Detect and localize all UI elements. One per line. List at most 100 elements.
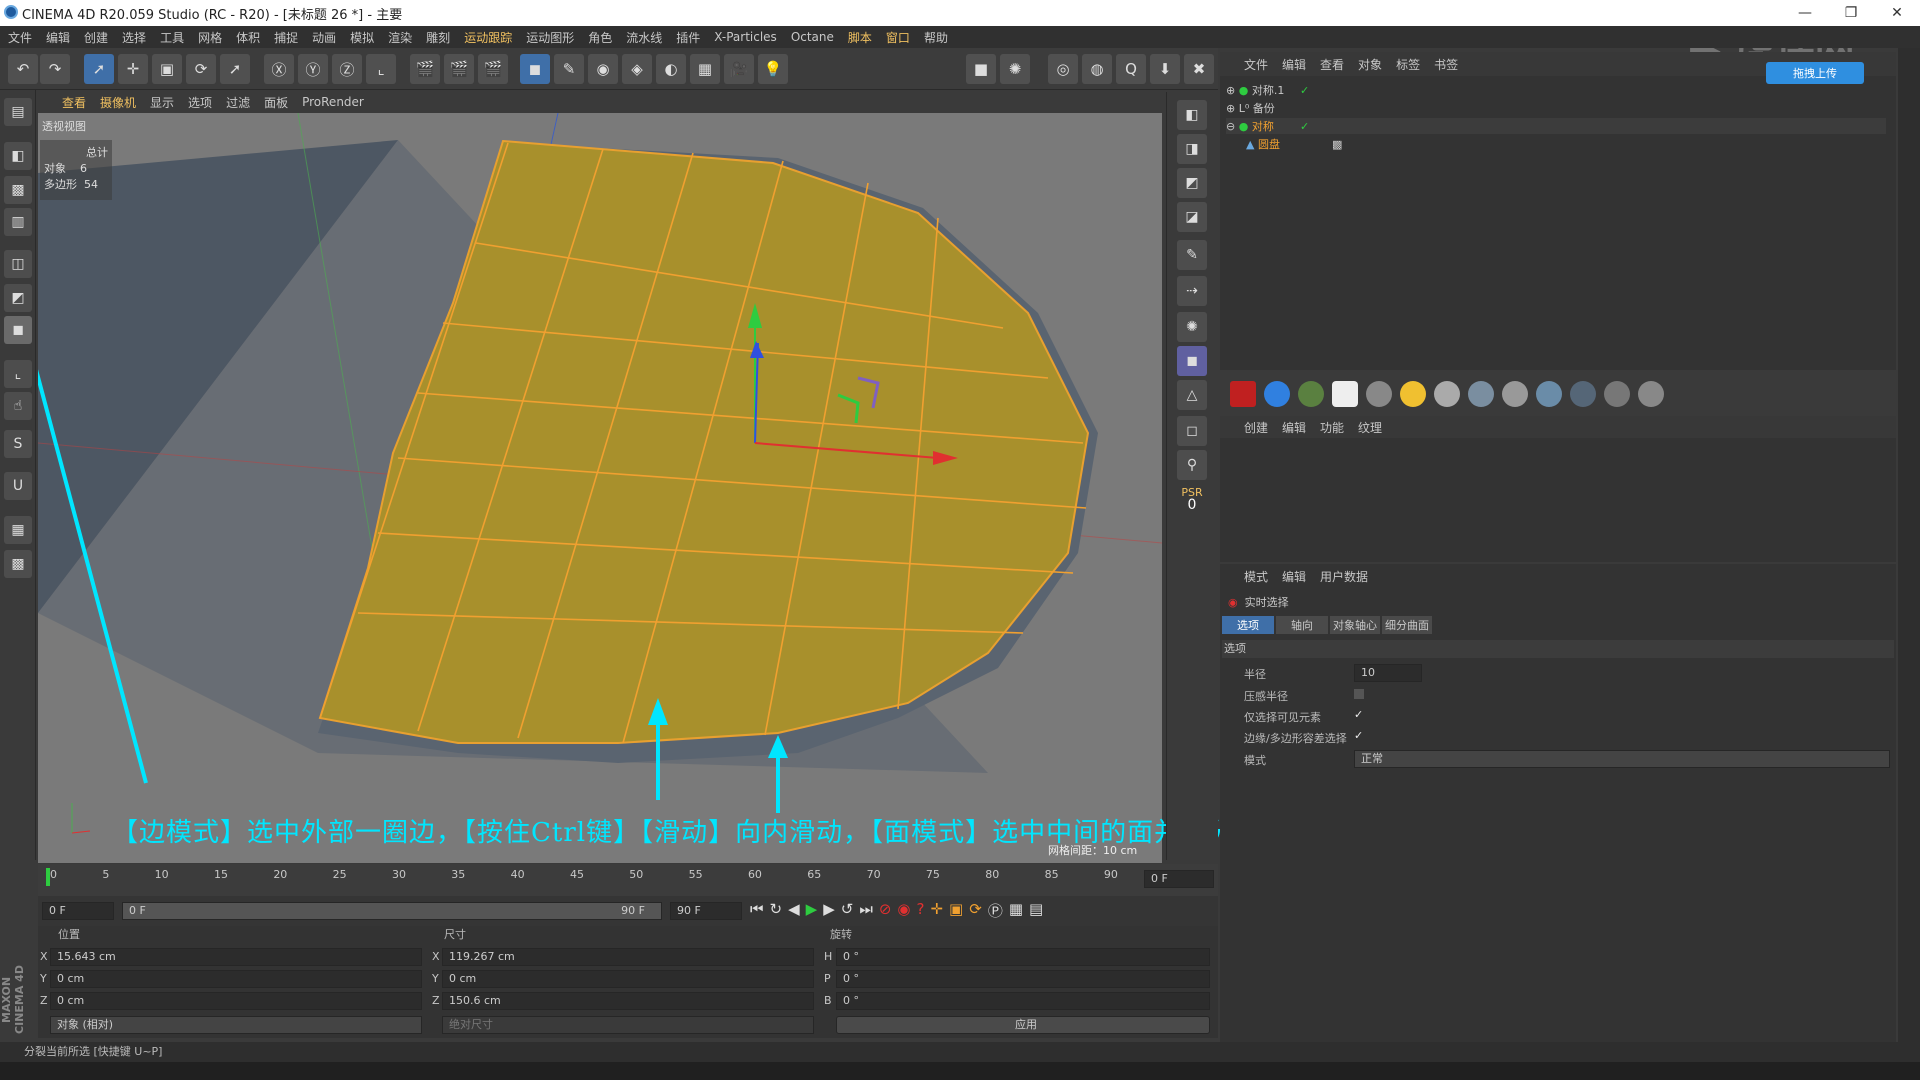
light-icon[interactable]: 💡	[758, 54, 788, 84]
split-icon[interactable]: ◼	[1177, 346, 1207, 376]
y-axis-icon[interactable]: Ⓨ	[298, 54, 328, 84]
recent-tool-icon[interactable]: ➚	[220, 54, 250, 84]
rotation-b-field[interactable]: 0 °	[836, 992, 1210, 1010]
expand-icon[interactable]: ⊕	[1226, 102, 1235, 115]
octane-camera-icon[interactable]	[1230, 381, 1256, 407]
visibility-check-icon[interactable]: ✓	[1300, 120, 1309, 133]
matmgr-menu-function[interactable]: 功能	[1320, 419, 1344, 436]
frame-range-slider[interactable]: 0 F 90 F	[122, 902, 662, 920]
render-settings-icon[interactable]: 🎬	[478, 54, 508, 84]
menu-select[interactable]: 选择	[122, 29, 146, 46]
object-name[interactable]: 对称.1	[1252, 82, 1285, 98]
size-y-field[interactable]: 0 cm	[442, 970, 814, 988]
tools-icon[interactable]: ✖	[1184, 54, 1214, 84]
redo-icon[interactable]: ↷	[40, 54, 70, 84]
texture-mode-icon[interactable]: ▩	[4, 176, 32, 204]
attr-menu-userdata[interactable]: 用户数据	[1320, 568, 1368, 585]
menu-animate[interactable]: 动画	[312, 29, 336, 46]
inner-extrude-icon[interactable]: ◪	[1177, 202, 1207, 232]
keyframe-selection-icon[interactable]: ?	[917, 900, 925, 921]
upload-button[interactable]: 拖拽上传	[1766, 62, 1864, 84]
material-sphere-icon[interactable]	[1604, 381, 1630, 407]
menu-sculpt[interactable]: 雕刻	[426, 29, 450, 46]
material-sphere-icon[interactable]	[1638, 381, 1664, 407]
coordinate-mode-select[interactable]: 对象 (相对)	[50, 1016, 422, 1034]
menu-script[interactable]: 脚本	[848, 29, 872, 46]
size-z-field[interactable]: 150.6 cm	[442, 992, 814, 1010]
record-icon[interactable]: ⊘	[879, 900, 892, 921]
menu-volume[interactable]: 体积	[236, 29, 260, 46]
bevel-icon[interactable]: ◩	[1177, 168, 1207, 198]
octane-diffuse-icon[interactable]	[1264, 381, 1290, 407]
close-button[interactable]: ✕	[1874, 0, 1920, 26]
end-frame-field[interactable]: 90 F	[670, 902, 742, 920]
material-sphere-icon[interactable]	[1502, 381, 1528, 407]
prev-frame-icon[interactable]: ◀	[788, 900, 800, 921]
workplane-icon[interactable]: ▥	[4, 208, 32, 236]
tab-subdivision[interactable]: 细分曲面	[1382, 616, 1432, 634]
tab-object-axis[interactable]: 对象轴心	[1330, 616, 1380, 634]
object-name[interactable]: 备份	[1253, 100, 1275, 116]
tab-axis[interactable]: 轴向	[1276, 616, 1328, 634]
xparticles-icon[interactable]: ◎	[1048, 54, 1078, 84]
tweak-icon[interactable]: ☝	[4, 392, 32, 420]
menu-motion-tracking[interactable]: 运动跟踪	[464, 29, 512, 46]
menu-render[interactable]: 渲染	[388, 29, 412, 46]
viewport-menu-options[interactable]: 选项	[188, 94, 212, 111]
octane-settings-icon[interactable]: ✺	[1000, 54, 1030, 84]
collapse-icon[interactable]: ⊖	[1226, 120, 1235, 133]
points-mode-icon[interactable]: ◫	[4, 250, 32, 278]
menu-octane[interactable]: Octane	[791, 30, 834, 44]
rotation-p-field[interactable]: 0 °	[836, 970, 1210, 988]
model-mode-icon[interactable]: ◧	[4, 142, 32, 170]
menu-mesh[interactable]: 网格	[198, 29, 222, 46]
viewport-menu-panel[interactable]: 面板	[264, 94, 288, 111]
slide-icon[interactable]: ⇢	[1177, 276, 1207, 306]
objmgr-menu-objects[interactable]: 对象	[1358, 56, 1382, 73]
octane-mix-icon[interactable]	[1366, 381, 1392, 407]
menu-xparticles[interactable]: X-Particles	[714, 30, 777, 44]
rotate-icon[interactable]: ⟳	[186, 54, 216, 84]
play-icon[interactable]: ▶	[806, 900, 818, 921]
objmgr-menu-tags[interactable]: 标签	[1396, 56, 1420, 73]
autokey-icon[interactable]: ◉	[897, 900, 910, 921]
workplane-grid-icon[interactable]: ▦	[4, 516, 32, 544]
timeline[interactable]: 0 5 10 15 20 25 30 35 40 45 50 55 60 65 …	[38, 864, 1218, 896]
position-x-field[interactable]: 15.643 cm	[50, 948, 422, 966]
edges-mode-icon[interactable]: ◩	[4, 284, 32, 312]
material-sphere-icon[interactable]	[1468, 381, 1494, 407]
xp-emitter-icon[interactable]: ◍	[1082, 54, 1112, 84]
floor-icon[interactable]: ▦	[690, 54, 720, 84]
deformer-icon[interactable]: ◐	[656, 54, 686, 84]
octane-material-icon[interactable]: ✺	[1177, 312, 1207, 342]
octane-daylight-icon[interactable]	[1400, 381, 1426, 407]
subdivision-icon[interactable]: ◉	[588, 54, 618, 84]
phong-tag-icon[interactable]: ▩	[1332, 138, 1342, 151]
knife-icon[interactable]: ✎	[1177, 240, 1207, 270]
apply-button[interactable]: 应用	[836, 1016, 1210, 1034]
pen-icon[interactable]: ✎	[554, 54, 584, 84]
timeline-window-icon[interactable]: ▤	[1029, 900, 1043, 921]
octane-glossy-icon[interactable]	[1298, 381, 1324, 407]
polygon-pen-icon[interactable]: ◧	[1177, 100, 1207, 130]
ping-pong-icon[interactable]: ↺	[841, 900, 854, 921]
viewport-menu-filter[interactable]: 过滤	[226, 94, 250, 111]
viewport-menu-view[interactable]: 查看	[62, 94, 86, 111]
material-sphere-icon[interactable]	[1434, 381, 1460, 407]
start-frame-field[interactable]: 0 F	[42, 902, 114, 920]
current-frame-field[interactable]: 0 F	[1144, 870, 1214, 888]
tab-options[interactable]: 选项	[1222, 616, 1274, 634]
key-scale-icon[interactable]: ▣	[949, 900, 963, 921]
objmgr-menu-bookmarks[interactable]: 书签	[1434, 56, 1458, 73]
perspective-viewport[interactable]	[38, 113, 1162, 863]
menu-window[interactable]: 窗口	[886, 29, 910, 46]
key-pla-icon[interactable]: ▦	[1009, 900, 1023, 921]
material-sphere-icon[interactable]	[1570, 381, 1596, 407]
octane-specular-icon[interactable]	[1332, 381, 1358, 407]
lock-workplane-icon[interactable]: ▩	[4, 550, 32, 578]
live-selection-icon[interactable]: ➚	[84, 54, 114, 84]
axis-mode-icon[interactable]: ⌞	[4, 360, 32, 388]
objmgr-menu-edit[interactable]: 编辑	[1282, 56, 1306, 73]
x-axis-icon[interactable]: Ⓧ	[264, 54, 294, 84]
render-picture-viewer-icon[interactable]: 🎬	[444, 54, 474, 84]
